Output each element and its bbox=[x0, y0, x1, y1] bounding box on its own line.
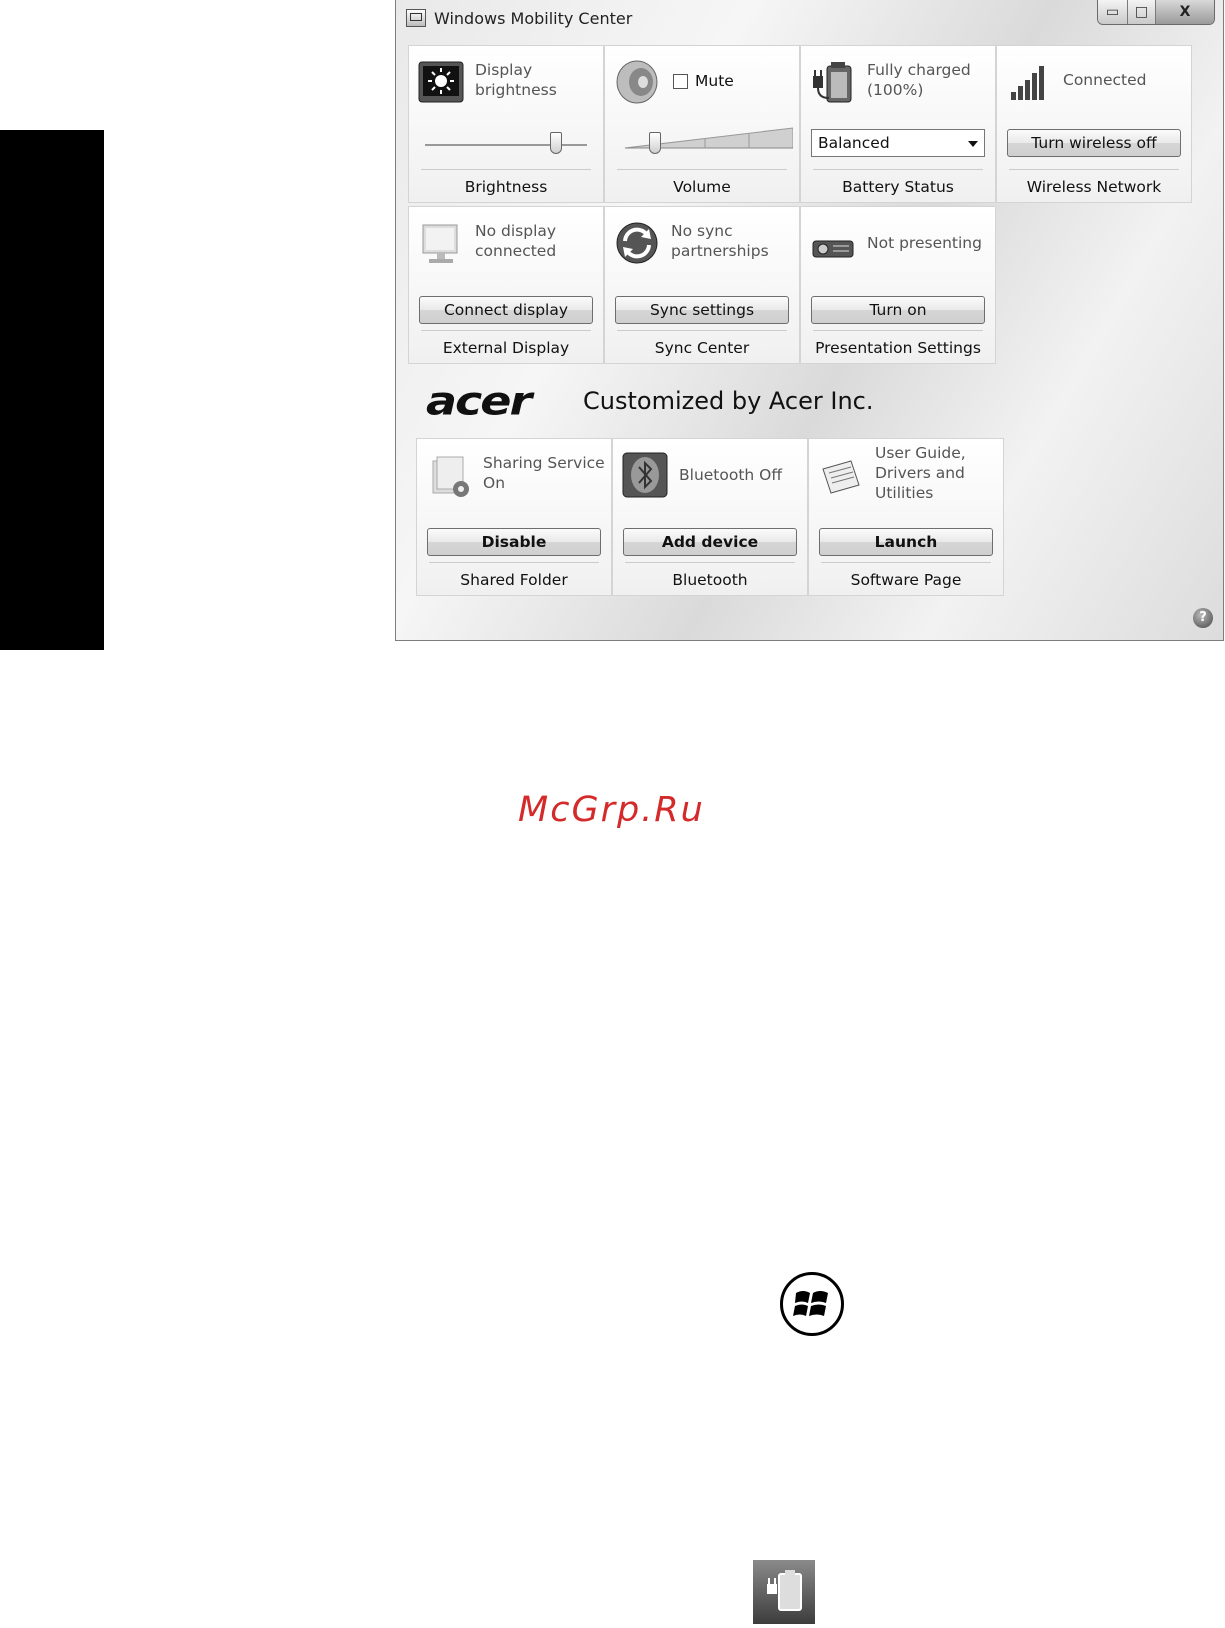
minimize-button[interactable]: ▭ bbox=[1098, 0, 1128, 24]
tile-divider bbox=[1009, 169, 1179, 170]
tile-divider bbox=[821, 562, 991, 563]
acer-logo: acer bbox=[426, 378, 532, 424]
close-button[interactable]: X bbox=[1156, 0, 1214, 24]
mute-checkbox[interactable] bbox=[673, 74, 688, 89]
signal-bars-icon bbox=[1011, 66, 1044, 100]
connect-display-button[interactable]: Connect display bbox=[419, 296, 593, 324]
speaker-icon bbox=[616, 60, 658, 104]
windows-flag-icon bbox=[793, 1291, 828, 1316]
tile-wireless: Connected Turn wireless off Wireless Net… bbox=[996, 45, 1192, 203]
display-brightness-icon bbox=[418, 61, 464, 103]
tile-divider bbox=[813, 169, 983, 170]
tile-brightness: Display brightness Brightness bbox=[408, 45, 604, 203]
tile-sync: No sync partnerships Sync settings Sync … bbox=[604, 206, 800, 364]
brightness-slider-thumb[interactable] bbox=[550, 132, 563, 154]
power-plan-value: Balanced bbox=[818, 134, 890, 152]
watermark-text: McGrp.Ru bbox=[518, 790, 705, 830]
mobility-center-window: Windows Mobility Center ▭ □ X Display br… bbox=[395, 0, 1224, 641]
bluetooth-icon bbox=[622, 452, 668, 498]
brightness-label: Brightness bbox=[464, 178, 548, 196]
shared-folder-icon bbox=[432, 456, 469, 497]
tile-divider bbox=[421, 330, 591, 331]
maximize-button[interactable]: □ bbox=[1128, 0, 1156, 24]
brightness-slider-track[interactable] bbox=[425, 144, 587, 146]
tile-divider bbox=[617, 169, 787, 170]
help-icon[interactable]: ? bbox=[1193, 608, 1213, 628]
chevron-down-icon bbox=[968, 141, 978, 147]
turn-wireless-off-button[interactable]: Turn wireless off bbox=[1007, 129, 1181, 157]
plug-icon bbox=[767, 1570, 802, 1611]
tile-battery: Fully charged (100%) Balanced Battery St… bbox=[800, 45, 996, 203]
app-icon bbox=[406, 9, 426, 27]
shared-folder-label: Shared Folder bbox=[460, 571, 568, 589]
title-bar[interactable]: Windows Mobility Center ▭ □ X bbox=[396, 0, 1223, 40]
battery-icon bbox=[813, 62, 852, 103]
software-page-label: Software Page bbox=[850, 571, 962, 589]
tile-divider bbox=[625, 562, 795, 563]
bluetooth-label: Bluetooth bbox=[672, 571, 748, 589]
external-display-status: No display connected bbox=[475, 222, 557, 260]
tile-divider bbox=[617, 330, 787, 331]
launch-button[interactable]: Launch bbox=[819, 528, 993, 556]
battery-status: Fully charged (100%) bbox=[867, 61, 971, 99]
sync-icon bbox=[616, 222, 658, 264]
window-controls: ▭ □ X bbox=[1097, 0, 1215, 25]
tile-presentation: Not presenting Turn on Presentation Sett… bbox=[800, 206, 996, 364]
presentation-status: Not presenting bbox=[867, 234, 982, 252]
projector-icon bbox=[812, 240, 854, 258]
tile-divider bbox=[813, 330, 983, 331]
volume-label: Volume bbox=[673, 178, 731, 196]
sync-status: No sync partnerships bbox=[671, 222, 769, 260]
battery-plug-icon bbox=[753, 1560, 815, 1624]
presentation-label: Presentation Settings bbox=[815, 339, 981, 357]
tile-shared-folder: Sharing Service On Disable Shared Folder bbox=[416, 438, 612, 596]
tile-volume: Mute Volume bbox=[604, 45, 800, 203]
window-title: Windows Mobility Center bbox=[434, 9, 633, 28]
customized-by-text: Customized by Acer Inc. bbox=[583, 387, 874, 415]
power-plan-dropdown[interactable]: Balanced bbox=[811, 129, 985, 157]
brightness-status: Display brightness bbox=[475, 61, 557, 99]
software-page-icon bbox=[822, 460, 860, 494]
disable-button[interactable]: Disable bbox=[427, 528, 601, 556]
tile-external-display: No display connected Connect display Ext… bbox=[408, 206, 604, 364]
page-side-tab bbox=[0, 130, 104, 650]
turn-on-button[interactable]: Turn on bbox=[811, 296, 985, 324]
wireless-status: Connected bbox=[1063, 71, 1147, 89]
wireless-label: Wireless Network bbox=[1026, 178, 1162, 196]
windows-logo-icon bbox=[780, 1272, 844, 1336]
volume-slider-thumb[interactable] bbox=[649, 132, 662, 154]
tile-divider bbox=[421, 169, 591, 170]
mute-label[interactable]: Mute bbox=[695, 72, 734, 90]
tile-divider bbox=[429, 562, 599, 563]
tile-bluetooth: Bluetooth Off Add device Bluetooth bbox=[612, 438, 808, 596]
external-display-label: External Display bbox=[442, 339, 570, 357]
bluetooth-status: Bluetooth Off bbox=[679, 466, 783, 484]
add-device-button[interactable]: Add device bbox=[623, 528, 797, 556]
sync-label: Sync Center bbox=[654, 339, 750, 357]
sync-settings-button[interactable]: Sync settings bbox=[615, 296, 789, 324]
battery-label: Battery Status bbox=[842, 178, 954, 196]
monitor-icon bbox=[422, 224, 458, 263]
software-page-status: User Guide, Drivers and Utilities bbox=[875, 444, 966, 502]
shared-folder-status: Sharing Service On bbox=[483, 454, 605, 492]
tile-software-page: User Guide, Drivers and Utilities Launch… bbox=[808, 438, 1004, 596]
